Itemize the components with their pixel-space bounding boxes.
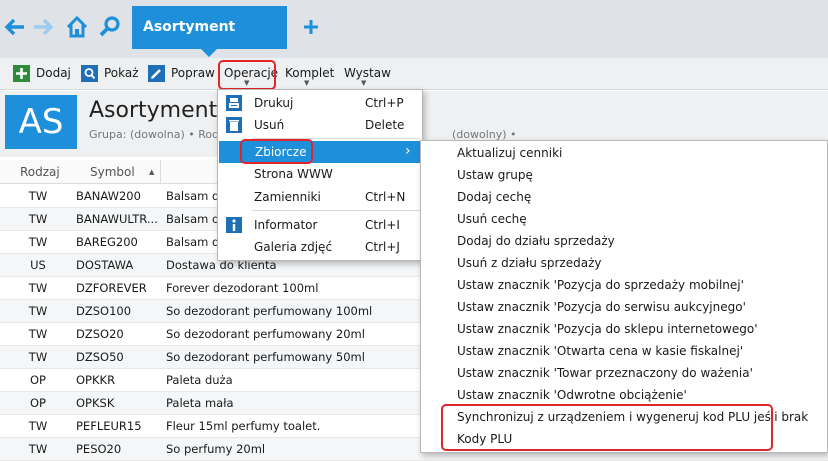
cell-symbol: DZSO50: [76, 350, 124, 364]
cell-rodzaj: US: [30, 258, 46, 272]
cell-name: Fleur 15ml perfumy toalet.: [166, 419, 321, 433]
cell-rodzaj: TW: [28, 442, 48, 456]
forward-arrow-icon[interactable]: [30, 14, 56, 40]
submenu-item[interactable]: Ustaw znacznik 'Pozycja do sprzedaży mob…: [457, 278, 744, 292]
filter-summary[interactable]: Grupa: (dowolna) • Rodz: [89, 128, 225, 141]
add-tab-icon[interactable]: [302, 18, 320, 36]
menu-item-drukuj[interactable]: Drukuj Ctrl+P: [218, 92, 422, 114]
chevron-down-icon: ▼: [361, 79, 367, 87]
active-tab-pointer: [201, 49, 217, 57]
zbiorcze-highlight-box: [240, 139, 313, 164]
column-header-rodzaj[interactable]: Rodzaj: [20, 165, 60, 179]
trash-icon: [226, 117, 242, 133]
submenu-item[interactable]: Ustaw grupę: [457, 168, 533, 182]
cell-symbol: PEFLEUR15: [76, 419, 142, 433]
cell-rodzaj: TW: [28, 281, 48, 295]
menu-item-galeria-zdjec[interactable]: Galeria zdjęć Ctrl+J: [218, 236, 422, 258]
cell-symbol: DZFOREVER: [76, 281, 147, 295]
menu-item-label: Zamienniki: [254, 190, 321, 204]
cell-symbol: PESO20: [76, 442, 122, 456]
cell-symbol: OPKKR: [76, 373, 116, 387]
menu-item-shortcut: Ctrl+J: [365, 240, 400, 254]
toolbar-komplet-button[interactable]: Komplet: [285, 64, 334, 82]
menu-item-label: Strona WWW: [254, 167, 333, 181]
info-icon: [226, 217, 242, 233]
cell-symbol: DZSO100: [76, 304, 132, 318]
submenu-item[interactable]: Ustaw znacznik 'Otwarta cena w kasie fis…: [457, 344, 743, 358]
cell-rodzaj: TW: [28, 419, 48, 433]
submenu-item[interactable]: Ustaw znacznik 'Towar przeznaczony do wa…: [457, 366, 753, 380]
edit-pencil-icon: [148, 65, 165, 82]
menu-item-shortcut: Ctrl+N: [365, 190, 406, 204]
toolbar-popraw-button[interactable]: Popraw: [171, 64, 215, 82]
view-icon: [81, 65, 98, 82]
toolbar-dodaj-button[interactable]: Dodaj: [36, 64, 71, 82]
menu-item-shortcut: Ctrl+I: [365, 218, 400, 232]
submenu-arrow-icon: ›: [405, 143, 411, 159]
submenu-item[interactable]: Ustaw znacznik 'Pozycja do sklepu intern…: [457, 322, 758, 336]
menu-item-shortcut: Ctrl+P: [365, 96, 404, 110]
cell-rodzaj: OP: [30, 373, 46, 387]
menu-item-label: Galeria zdjęć: [254, 240, 333, 254]
cell-symbol: OPKSK: [76, 396, 115, 410]
submenu-item[interactable]: Usuń z działu sprzedaży: [457, 256, 601, 270]
submenu-item[interactable]: Dodaj do działu sprzedaży: [457, 234, 615, 248]
menu-item-shortcut: Delete: [365, 118, 405, 132]
submenu-item[interactable]: Usuń cechę: [457, 212, 527, 226]
cell-name: So perfumy 20ml: [166, 442, 266, 456]
cell-name: So dezodorant perfumowany 100ml: [166, 304, 373, 318]
submenu-item[interactable]: Aktualizuj cenniki: [457, 146, 562, 160]
cell-symbol: DOSTAWA: [76, 258, 134, 272]
cell-rodzaj: OP: [30, 396, 46, 410]
menu-item-usun[interactable]: Usuń Delete: [218, 114, 422, 136]
cell-rodzaj: TW: [28, 304, 48, 318]
submenu-item[interactable]: Ustaw znacznik 'Pozycja do serwisu aukcy…: [457, 300, 746, 314]
search-icon[interactable]: [97, 14, 123, 40]
cell-symbol: BANAWULTR...: [76, 212, 158, 226]
column-divider: [160, 160, 161, 184]
menu-separator: [252, 210, 420, 211]
column-header-symbol[interactable]: Symbol: [90, 165, 135, 179]
add-icon: [13, 65, 30, 82]
menu-item-strona-www[interactable]: Strona WWW: [218, 163, 422, 185]
plu-highlight-box: [441, 404, 773, 451]
cell-name: Paleta mała: [166, 396, 234, 410]
cell-rodzaj: TW: [28, 212, 48, 226]
cell-rodzaj: TW: [28, 327, 48, 341]
cell-name: So dezodorant perfumowany 20ml: [166, 327, 365, 341]
cell-symbol: DZSO20: [76, 327, 124, 341]
cell-rodzaj: TW: [28, 350, 48, 364]
toolbar-wystaw-button[interactable]: Wystaw: [344, 64, 391, 82]
cell-symbol: BANAW200: [76, 189, 141, 203]
cell-name: Forever dezodorant 100ml: [166, 281, 319, 295]
tab-asortyment[interactable]: Asortyment: [132, 6, 287, 49]
printer-icon: [226, 95, 242, 111]
menu-item-zamienniki[interactable]: Zamienniki Ctrl+N: [218, 186, 422, 208]
menu-item-label: Usuń: [254, 118, 285, 132]
operacje-menu: Drukuj Ctrl+P Usuń Delete Zbiorcze › Str…: [217, 89, 423, 261]
submenu-item[interactable]: Ustaw znacznik 'Odwrotne obciążenie': [457, 388, 687, 402]
menu-item-label: Drukuj: [254, 96, 294, 110]
top-navigation-bar: [0, 0, 828, 58]
home-icon[interactable]: [64, 14, 90, 40]
cell-name: So dezodorant perfumowany 50ml: [166, 350, 365, 364]
sort-ascending-icon: ▲: [149, 168, 155, 176]
cell-rodzaj: TW: [28, 189, 48, 203]
page-title: Asortyment: [89, 98, 218, 123]
module-tile: AS: [5, 95, 77, 149]
operacje-highlight-box: [218, 60, 276, 90]
menu-item-informator[interactable]: Informator Ctrl+I: [218, 214, 422, 236]
chevron-down-icon: ▼: [304, 79, 310, 87]
cell-symbol: BAREG200: [76, 235, 138, 249]
cell-rodzaj: TW: [28, 235, 48, 249]
submenu-item[interactable]: Dodaj cechę: [457, 190, 531, 204]
cell-name: Paleta duża: [166, 373, 233, 387]
back-arrow-icon[interactable]: [2, 14, 28, 40]
toolbar-pokaz-button[interactable]: Pokaż: [104, 64, 139, 82]
menu-item-label: Informator: [254, 218, 318, 232]
